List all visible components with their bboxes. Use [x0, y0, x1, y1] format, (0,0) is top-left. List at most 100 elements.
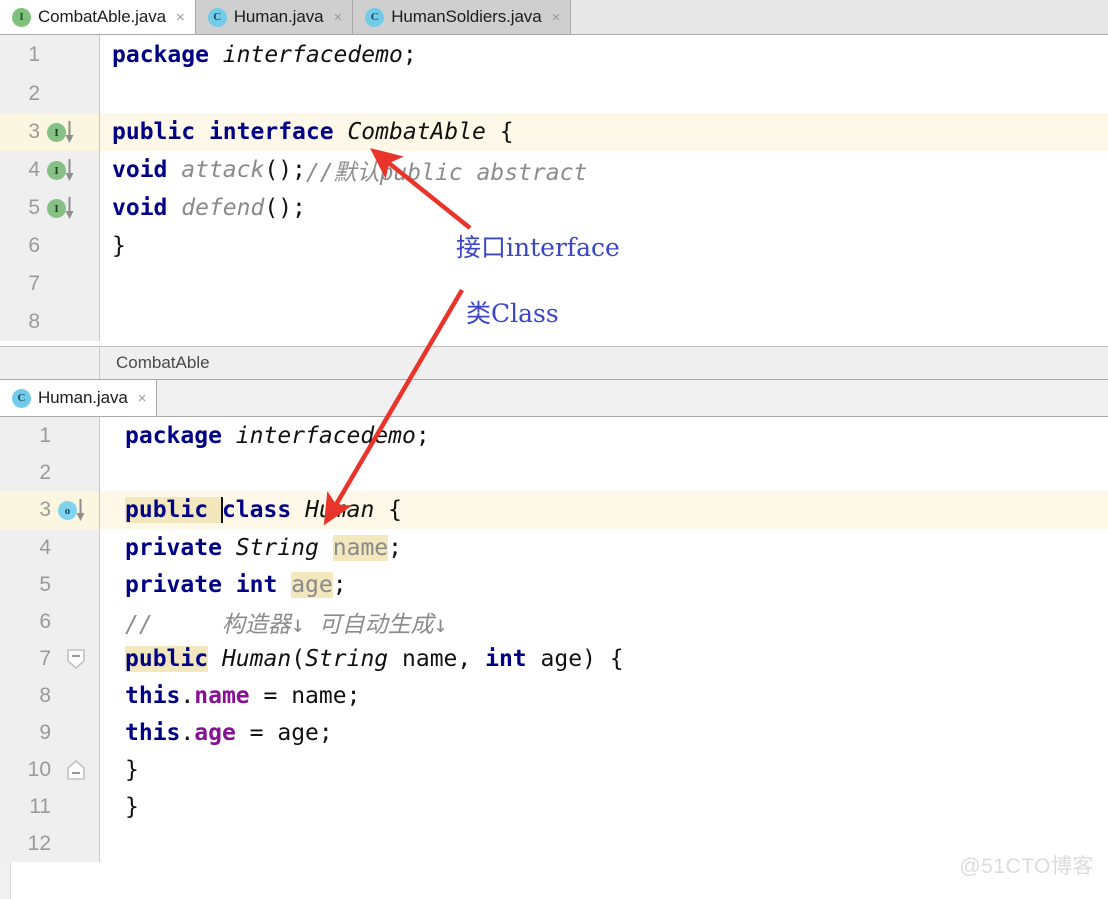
gutter[interactable]: 5 I — [0, 189, 100, 227]
gutter[interactable]: 1 — [0, 417, 100, 454]
gutter-marker-slot[interactable]: o — [51, 498, 99, 522]
close-icon[interactable]: × — [333, 10, 342, 25]
gutter-marker-slot[interactable] — [51, 758, 99, 782]
keyword-this: this — [125, 719, 181, 746]
gutter[interactable]: 8 — [0, 303, 100, 341]
code-line[interactable]: 12 — [0, 825, 1108, 862]
code-line[interactable]: 1 package interfacedemo; — [0, 35, 1108, 75]
line-number: 7 — [39, 646, 51, 670]
fold-collapse-up-icon[interactable] — [65, 758, 87, 782]
gutter[interactable]: 3 o — [0, 491, 100, 529]
code-line[interactable]: 5 private int age; — [0, 566, 1108, 603]
close-icon[interactable]: × — [552, 10, 561, 25]
line-number: 10 — [27, 757, 51, 781]
gutter[interactable]: 9 — [0, 714, 100, 751]
keyword-this: this — [125, 682, 181, 709]
code-text: public Human(String name, int age) { — [125, 645, 624, 672]
code-line[interactable]: 1 package interfacedemo; — [0, 417, 1108, 454]
dot: . — [180, 719, 195, 746]
gutter[interactable]: 4 I — [0, 151, 100, 189]
tab-human-java-split[interactable]: C Human.java × — [0, 380, 158, 416]
class-file-icon: C — [207, 7, 227, 27]
annotation-label-interface: 接口interface — [456, 233, 620, 262]
keyword-private: private — [125, 571, 222, 598]
assigned-value: name; — [291, 682, 361, 709]
close-icon[interactable]: × — [138, 391, 147, 406]
tab-human-java[interactable]: C Human.java × — [195, 0, 354, 34]
interface-file-icon: I — [12, 7, 31, 27]
field-name: age — [194, 719, 236, 746]
param-name: age — [540, 645, 583, 672]
tab-humansoldiers-java[interactable]: C HumanSoldiers.java × — [353, 0, 572, 34]
line-number: 2 — [39, 460, 51, 484]
gutter[interactable]: 11 — [0, 788, 100, 825]
code-line[interactable]: 2 — [0, 75, 1108, 113]
breadcrumb-item-combatable[interactable]: CombatAble — [100, 353, 210, 373]
implemented-marker[interactable]: I — [47, 196, 83, 220]
line-number: 7 — [28, 272, 40, 295]
code-line[interactable]: 10 } — [0, 751, 1108, 788]
parens: (); — [264, 157, 306, 183]
code-line[interactable]: 4 I void attack ();//默认public abstract — [0, 151, 1108, 189]
tab-combatable-java[interactable]: I CombatAble.java × — [0, 0, 196, 34]
param-separator: , — [457, 645, 486, 672]
gutter[interactable]: 4 — [0, 529, 100, 566]
keyword-interface: interface — [208, 119, 334, 145]
code-line[interactable]: 4 private String name; — [0, 529, 1108, 566]
gutter-marker-slot[interactable]: I — [40, 120, 99, 144]
class-name: Human — [305, 497, 375, 523]
method-name-defend: defend — [181, 195, 265, 221]
code-line[interactable]: 3 I public interface CombatAble { — [0, 113, 1108, 151]
implemented-marker[interactable]: I — [47, 158, 83, 182]
implemented-marker[interactable]: I — [47, 120, 83, 144]
gutter-marker-slot[interactable] — [51, 647, 99, 671]
annotation-label-class: 类Class — [466, 299, 559, 328]
gutter-marker-slot[interactable]: I — [40, 158, 99, 182]
close-icon[interactable]: × — [176, 10, 185, 25]
code-line[interactable]: 11 } — [0, 788, 1108, 825]
arrow-down-icon — [65, 121, 74, 143]
gutter[interactable]: 7 — [0, 640, 100, 677]
gutter[interactable]: 1 — [0, 35, 100, 75]
code-line[interactable]: 9 this. age = age; — [0, 714, 1108, 751]
fold-collapse-down-icon[interactable] — [65, 647, 87, 671]
top-editor-tabbar[interactable]: I CombatAble.java × C Human.java × C Hum… — [0, 0, 1108, 35]
gutter[interactable]: 6 — [0, 603, 100, 640]
code-text: this. name = name; — [100, 677, 1108, 714]
keyword-int: int — [235, 571, 278, 598]
gutter[interactable]: 12 — [0, 825, 100, 862]
semicolon: ; — [388, 534, 402, 561]
line-comment: // 构造器↓ 可自动生成↓ — [125, 611, 448, 638]
second-editor-tabbar[interactable]: C Human.java × — [0, 380, 1108, 417]
keyword-public: public — [112, 119, 196, 145]
overridden-marker[interactable]: o — [58, 498, 94, 522]
field-name: name — [332, 534, 389, 561]
gutter[interactable]: 10 — [0, 751, 100, 788]
code-line[interactable]: 6 // 构造器↓ 可自动生成↓ — [0, 603, 1108, 640]
code-line[interactable]: 3 o public class Human { — [0, 491, 1108, 529]
gutter-marker-slot[interactable]: I — [40, 196, 99, 220]
gutter[interactable]: 7 — [0, 265, 100, 303]
code-line[interactable]: 5 I void defend (); — [0, 189, 1108, 227]
package-name: interfacedemo — [221, 422, 416, 449]
breadcrumb-bar[interactable]: CombatAble — [0, 346, 1108, 380]
code-text: } — [100, 788, 1108, 825]
editor-human[interactable]: 1 package interfacedemo; 2 3 o public cl… — [0, 417, 1108, 899]
line-number: 3 — [28, 120, 40, 143]
gutter[interactable]: 8 — [0, 677, 100, 714]
gutter[interactable]: 6 — [0, 227, 100, 265]
gutter[interactable]: 2 — [0, 454, 100, 491]
gutter[interactable]: 5 — [0, 566, 100, 603]
line-number: 3 — [39, 498, 51, 521]
assign-operator: = — [235, 719, 278, 746]
code-line[interactable]: 8 this. name = name; — [0, 677, 1108, 714]
code-line[interactable]: 7 public Human(String name, int age) { — [0, 640, 1108, 677]
keyword-void: void — [112, 157, 168, 183]
gutter[interactable]: 3 I — [0, 113, 100, 151]
code-line[interactable]: 2 — [0, 454, 1108, 491]
gutter[interactable]: 2 — [0, 75, 100, 113]
tab-label: CombatAble.java — [38, 7, 166, 26]
